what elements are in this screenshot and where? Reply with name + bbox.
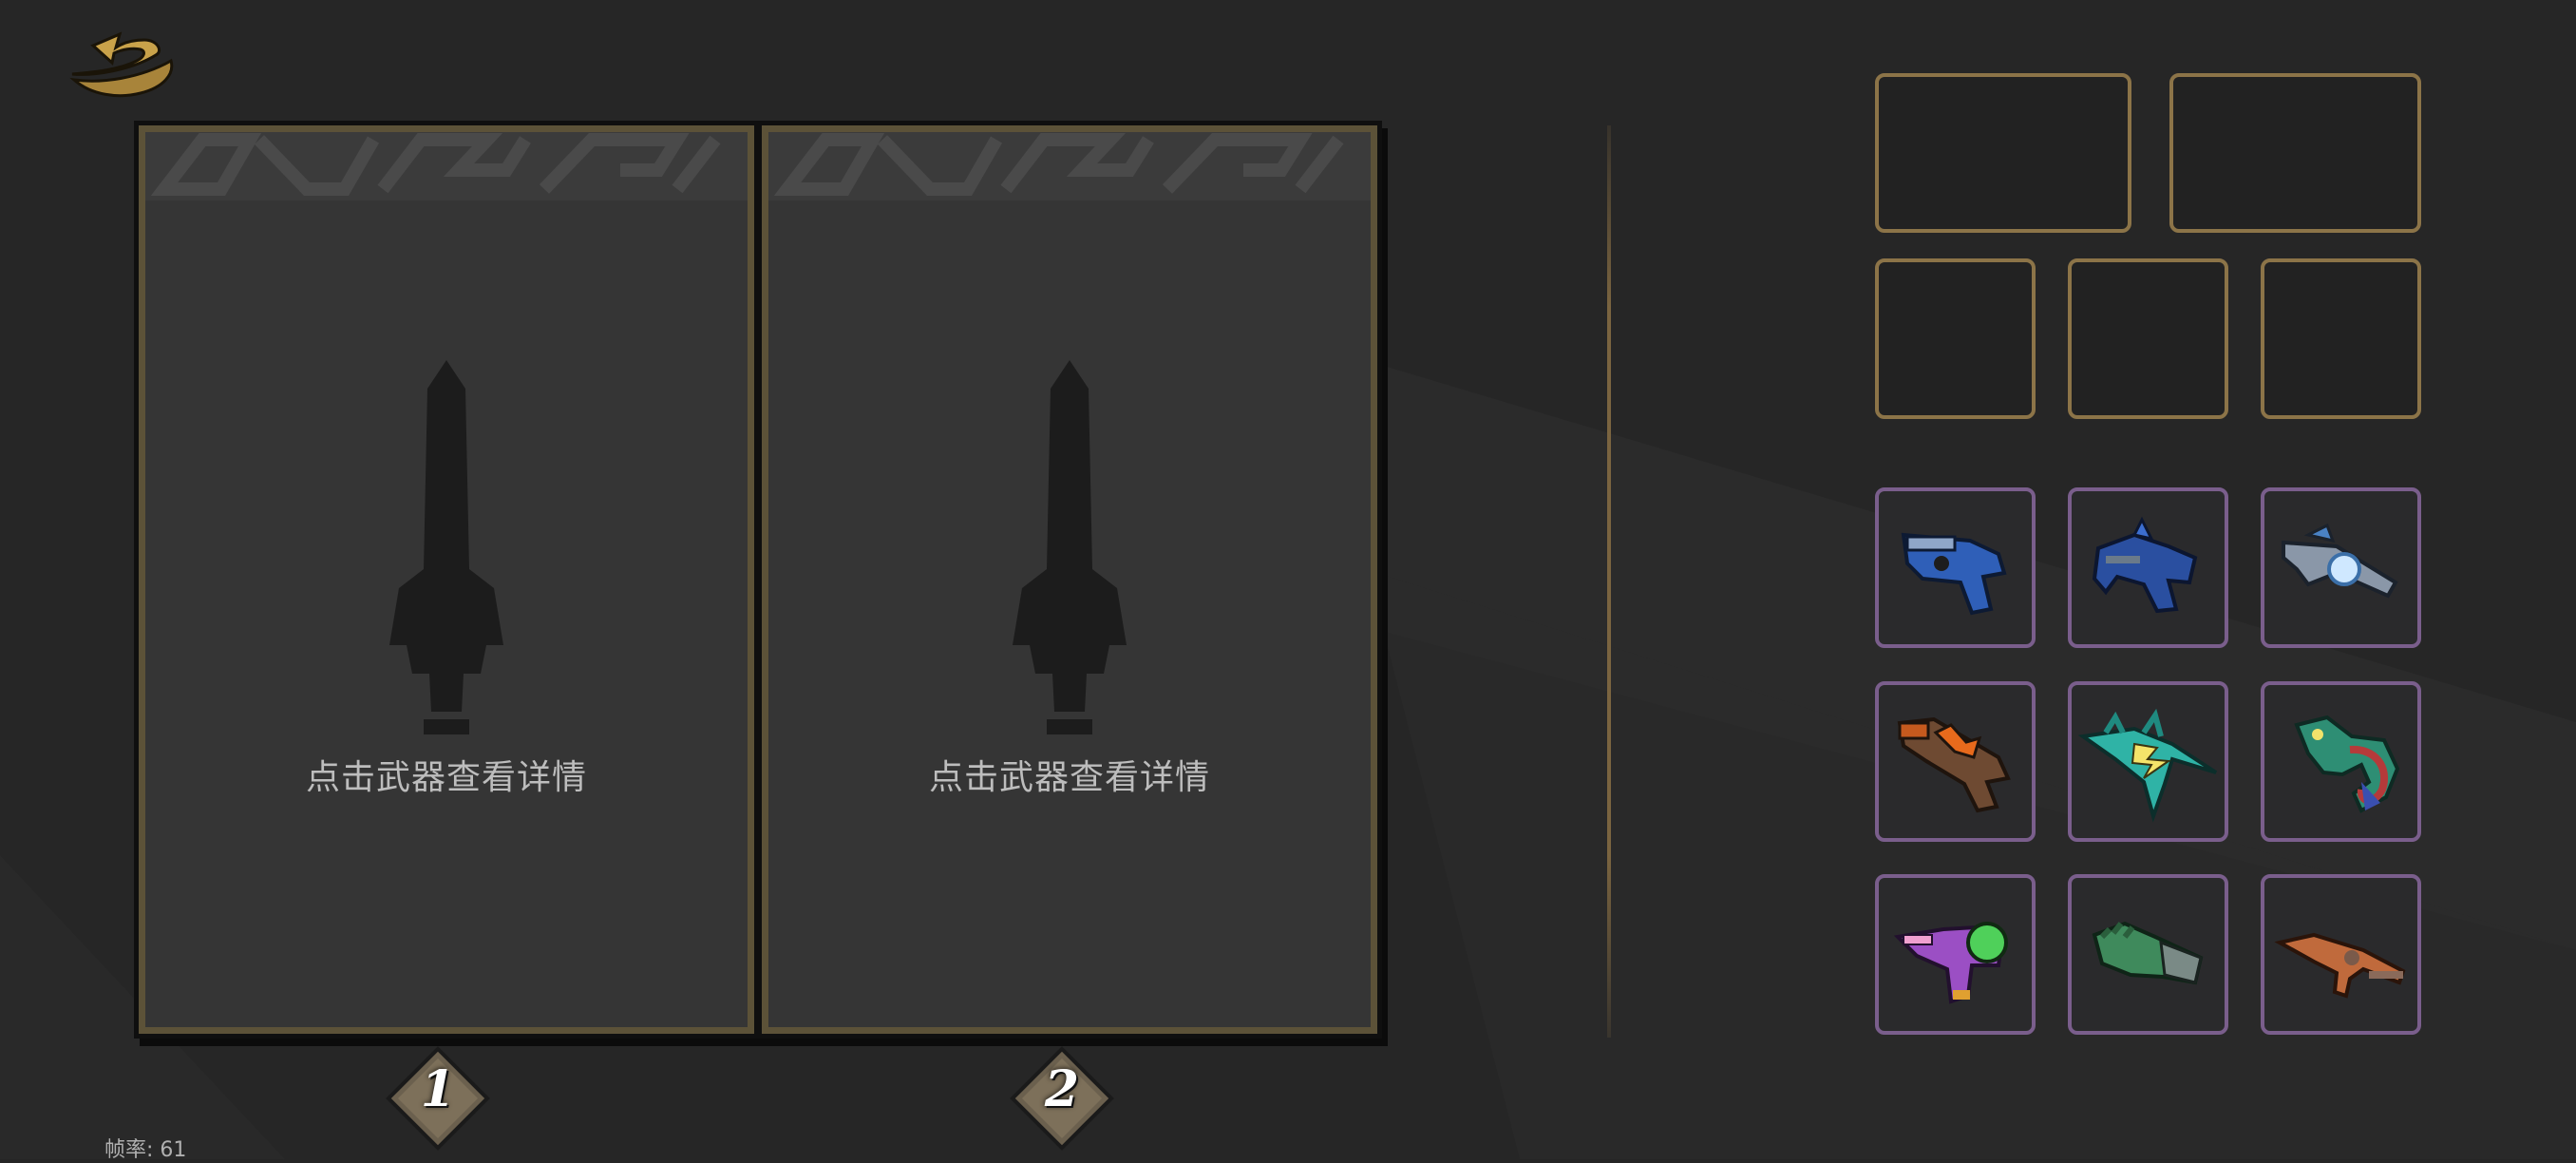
card-hint-text: 点击武器查看详情 xyxy=(305,758,587,797)
slot-number-badge-2: 2 xyxy=(1007,1043,1117,1153)
vertical-divider xyxy=(1607,125,1611,1038)
card-hint-text: 点击武器查看详情 xyxy=(928,758,1210,797)
equipment-slot-square-1[interactable] xyxy=(1875,258,2036,419)
card-top-pattern xyxy=(768,132,1371,200)
rusty-orange-rifle-icon xyxy=(2274,932,2406,999)
sword-silhouette-icon xyxy=(1013,360,1127,734)
weapon-slot-card-1[interactable]: 点击武器查看详情 xyxy=(139,125,754,1034)
weapon-item-7[interactable] xyxy=(1875,874,2036,1035)
equipment-slot-wide-1[interactable] xyxy=(1875,73,2131,233)
weapon-item-5[interactable] xyxy=(2068,681,2228,842)
gold-return-arrow-icon xyxy=(69,31,174,98)
slot-number: 1 xyxy=(420,1060,456,1118)
equipment-slot-square-3[interactable] xyxy=(2261,258,2421,419)
slot-number: 2 xyxy=(1044,1060,1080,1118)
slot-number-badge-1: 1 xyxy=(383,1043,493,1153)
weapon-item-6[interactable] xyxy=(2261,681,2421,842)
weapon-item-2[interactable] xyxy=(2068,487,2228,648)
green-gauntlet-icon xyxy=(2092,921,2204,985)
equipment-slot-wide-2[interactable] xyxy=(2169,73,2421,233)
weapon-item-3[interactable] xyxy=(2261,487,2421,648)
chameleon-creature-gun-icon xyxy=(2294,715,2400,813)
equipment-slot-square-2[interactable] xyxy=(2068,258,2228,419)
crystal-orb-rifle-icon xyxy=(2282,523,2398,599)
fps-counter: 帧率: 61 xyxy=(104,1138,187,1162)
sword-silhouette-icon xyxy=(389,360,503,734)
weapon-item-8[interactable] xyxy=(2068,874,2228,1035)
blue-dragon-pistol-icon xyxy=(2092,516,2198,614)
weapon-item-9[interactable] xyxy=(2261,874,2421,1035)
teal-lightning-spear-gun-icon xyxy=(2077,708,2218,823)
weapon-item-4[interactable] xyxy=(1875,681,2036,842)
blue-blaster-pistol-icon xyxy=(1901,532,2007,616)
weapon-item-1[interactable] xyxy=(1875,487,2036,648)
weapon-slot-card-2[interactable]: 点击武器查看详情 xyxy=(762,125,1377,1034)
orange-flame-shotgun-icon xyxy=(1897,716,2011,813)
purple-green-ray-gun-icon xyxy=(1893,922,2008,1004)
back-button[interactable] xyxy=(65,27,182,103)
card-top-pattern xyxy=(145,132,748,200)
